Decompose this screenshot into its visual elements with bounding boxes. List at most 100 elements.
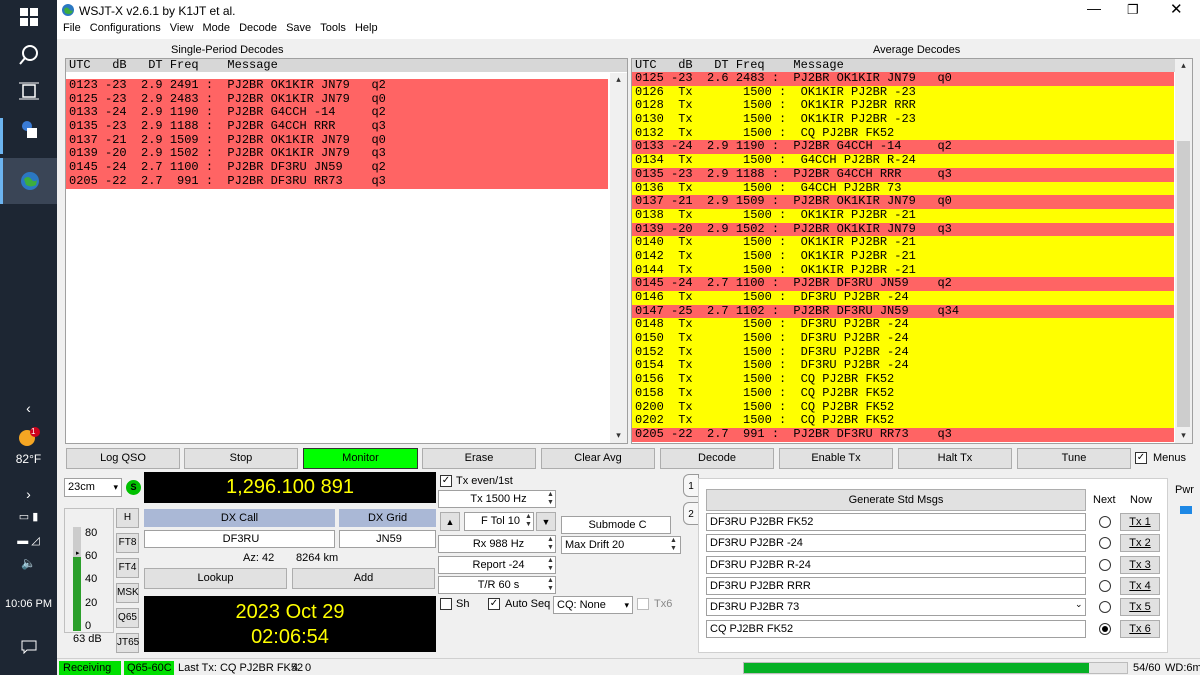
- log-qso-button[interactable]: Log QSO: [66, 448, 180, 469]
- chevron-right-icon[interactable]: ›: [0, 486, 57, 502]
- rx-freq-spinbox[interactable]: Rx 988 Hz: [438, 535, 556, 553]
- spin-up-icon[interactable]: ▲: [545, 536, 556, 544]
- spin-down-icon[interactable]: ▼: [545, 585, 556, 593]
- mode-h-button[interactable]: H: [116, 508, 139, 528]
- tx6-message-input[interactable]: CQ PJ2BR FK52: [706, 619, 1086, 638]
- microphone-icon[interactable]: ▮: [32, 511, 38, 523]
- decode-row[interactable]: 0147 -25 2.7 1102 : PJ2BR DF3RU JN59 q34: [632, 304, 1174, 319]
- mode-ft8-button[interactable]: FT8: [116, 533, 139, 553]
- tx6-checkbox[interactable]: [637, 598, 649, 610]
- decode-row[interactable]: 0144 Tx 1500 : OK1KIR PJ2BR -21: [632, 263, 1174, 278]
- decode-row[interactable]: 0137 -21 2.9 1509 : PJ2BR OK1KIR JN79 q0: [632, 195, 1174, 209]
- report-spinbox[interactable]: Report -24: [438, 556, 556, 574]
- decode-row[interactable]: 0135 -23 2.9 1188 : PJ2BR G4CCH RRR q3: [66, 120, 608, 134]
- menu-file[interactable]: File: [63, 22, 81, 34]
- decode-row[interactable]: 0145 -24 2.7 1100 : PJ2BR DF3RU JN59 q2: [632, 277, 1174, 291]
- decode-row[interactable]: 0139 -20 2.9 1502 : PJ2BR OK1KIR JN79 q3: [632, 222, 1174, 237]
- tx3-button[interactable]: Tx 3: [1120, 555, 1160, 574]
- enable-tx-button[interactable]: Enable Tx: [779, 448, 893, 469]
- monitor-icon[interactable]: ▭: [19, 511, 29, 523]
- spin-down-icon[interactable]: ▼: [523, 521, 534, 529]
- decode-row[interactable]: 0136 Tx 1500 : G4CCH PJ2BR 73: [632, 181, 1174, 196]
- average-decodes-pane[interactable]: UTC dB DT Freq Message 0125 -23 2.6 2483…: [631, 58, 1193, 444]
- tx2-next-radio[interactable]: [1099, 537, 1111, 550]
- mode-msk-button[interactable]: MSK: [116, 583, 139, 603]
- erase-button[interactable]: Erase: [422, 448, 536, 469]
- right-pane-scrollbar[interactable]: ▴ ▾: [1175, 59, 1192, 443]
- wsjtx-taskbar-icon[interactable]: [0, 158, 57, 204]
- scroll-up-icon[interactable]: ▴: [1178, 61, 1189, 70]
- restore-icon[interactable]: ❐: [1127, 2, 1139, 18]
- tx1-button[interactable]: Tx 1: [1120, 513, 1160, 531]
- decode-row[interactable]: 0145 -24 2.7 1100 : PJ2BR DF3RU JN59 q2: [66, 161, 608, 175]
- auto-seq-checkbox[interactable]: ✓: [488, 598, 500, 610]
- menu-mode[interactable]: Mode: [203, 22, 231, 34]
- tx3-next-radio[interactable]: [1099, 558, 1111, 571]
- tray-icons-row2[interactable]: ▬ ◿: [0, 534, 57, 552]
- weather-icon[interactable]: 1: [0, 426, 57, 450]
- sh-checkbox[interactable]: [440, 598, 452, 610]
- decode-row[interactable]: 0200 Tx 1500 : CQ PJ2BR FK52: [632, 400, 1174, 415]
- tune-button[interactable]: Tune: [1017, 448, 1131, 469]
- decode-row[interactable]: 0130 Tx 1500 : OK1KIR PJ2BR -23: [632, 113, 1174, 127]
- tx2-button[interactable]: Tx 2: [1120, 534, 1160, 553]
- decode-row[interactable]: 0125 -23 2.9 2483 : PJ2BR OK1KIR JN79 q0: [66, 92, 608, 107]
- volume-icon[interactable]: 🔈: [0, 556, 57, 574]
- mode-jt65-button[interactable]: JT65: [116, 633, 139, 653]
- decode-row[interactable]: 0202 Tx 1500 : CQ PJ2BR FK52: [632, 414, 1174, 428]
- spin-up-icon[interactable]: ▲: [545, 557, 556, 565]
- spin-down-icon[interactable]: ▼: [545, 499, 556, 507]
- minimize-icon[interactable]: —: [1087, 0, 1101, 16]
- single-period-decodes-pane[interactable]: UTC dB DT Freq Message 0123 -23 2.9 2491…: [65, 58, 628, 444]
- left-pane-list[interactable]: 0123 -23 2.9 2491 : PJ2BR OK1KIR JN79 q2…: [66, 79, 608, 189]
- tab-2[interactable]: 2: [683, 502, 699, 525]
- lookup-button[interactable]: Lookup: [144, 568, 287, 589]
- tx2-message-input[interactable]: DF3RU PJ2BR -24: [706, 534, 1086, 553]
- decode-row[interactable]: 0142 Tx 1500 : OK1KIR PJ2BR -21: [632, 249, 1174, 264]
- tx5-message-input[interactable]: DF3RU PJ2BR 73: [706, 598, 1086, 617]
- dx-grid-input[interactable]: JN59: [339, 530, 436, 548]
- tx4-button[interactable]: Tx 4: [1120, 576, 1160, 595]
- decode-row[interactable]: 0152 Tx 1500 : DF3RU PJ2BR -24: [632, 345, 1174, 360]
- decode-row[interactable]: 0158 Tx 1500 : CQ PJ2BR FK52: [632, 386, 1174, 401]
- tx5-button[interactable]: Tx 5: [1120, 598, 1160, 617]
- tx4-next-radio[interactable]: [1099, 579, 1111, 592]
- halt-tx-button[interactable]: Halt Tx: [898, 448, 1012, 469]
- add-button[interactable]: Add: [292, 568, 435, 589]
- decode-row[interactable]: 0139 -20 2.9 1502 : PJ2BR OK1KIR JN79 q3: [66, 147, 608, 162]
- menus-checkbox[interactable]: ✓: [1135, 452, 1147, 464]
- band-select[interactable]: 23cm ▾: [64, 478, 122, 497]
- spin-down-icon[interactable]: ▼: [545, 544, 556, 552]
- app-switcher-icon[interactable]: [0, 118, 57, 154]
- tray-icons-row1[interactable]: ▭ ▮: [0, 510, 57, 528]
- spin-down-icon[interactable]: ▼: [668, 545, 679, 553]
- mode-ft4-button[interactable]: FT4: [116, 558, 139, 578]
- dx-call-input[interactable]: DF3RU: [144, 530, 335, 548]
- decode-row[interactable]: 0138 Tx 1500 : OK1KIR PJ2BR -21: [632, 208, 1174, 223]
- decode-row[interactable]: 0123 -23 2.9 2491 : PJ2BR OK1KIR JN79 q2: [66, 79, 608, 93]
- menu-configurations[interactable]: Configurations: [90, 22, 161, 34]
- spin-up-icon[interactable]: ▲: [545, 577, 556, 585]
- decode-row[interactable]: 0205 -22 2.7 991 : PJ2BR DF3RU RR73 q3: [66, 174, 608, 189]
- decode-row[interactable]: 0134 Tx 1500 : G4CCH PJ2BR R-24: [632, 154, 1174, 168]
- decode-row[interactable]: 0154 Tx 1500 : DF3RU PJ2BR -24: [632, 359, 1174, 374]
- spin-up-icon[interactable]: ▲: [668, 537, 679, 545]
- decode-row[interactable]: 0140 Tx 1500 : OK1KIR PJ2BR -21: [632, 236, 1174, 250]
- decode-row[interactable]: 0156 Tx 1500 : CQ PJ2BR FK52: [632, 373, 1174, 387]
- menu-decode[interactable]: Decode: [239, 22, 277, 34]
- decode-row[interactable]: 0128 Tx 1500 : OK1KIR PJ2BR RRR: [632, 99, 1174, 114]
- scrollbar-thumb[interactable]: [1177, 141, 1190, 427]
- decode-row[interactable]: 0126 Tx 1500 : OK1KIR PJ2BR -23: [632, 85, 1174, 100]
- chevron-left-icon[interactable]: ‹: [0, 400, 57, 420]
- tx-freq-spinbox[interactable]: Tx 1500 Hz: [438, 490, 556, 508]
- spin-up-icon[interactable]: ▲: [523, 513, 534, 521]
- left-pane-scrollbar[interactable]: ▴ ▾: [610, 73, 627, 443]
- clear-avg-button[interactable]: Clear Avg: [541, 448, 655, 469]
- tx3-message-input[interactable]: DF3RU PJ2BR R-24: [706, 555, 1086, 574]
- spin-down-icon[interactable]: ▼: [545, 565, 556, 573]
- menu-view[interactable]: View: [170, 22, 194, 34]
- tx-even-checkbox[interactable]: ✓: [440, 475, 452, 487]
- tx1-next-radio[interactable]: [1099, 516, 1111, 528]
- battery-icon[interactable]: ▬: [17, 535, 28, 547]
- decode-row[interactable]: 0125 -23 2.6 2483 : PJ2BR OK1KIR JN79 q0: [632, 72, 1174, 86]
